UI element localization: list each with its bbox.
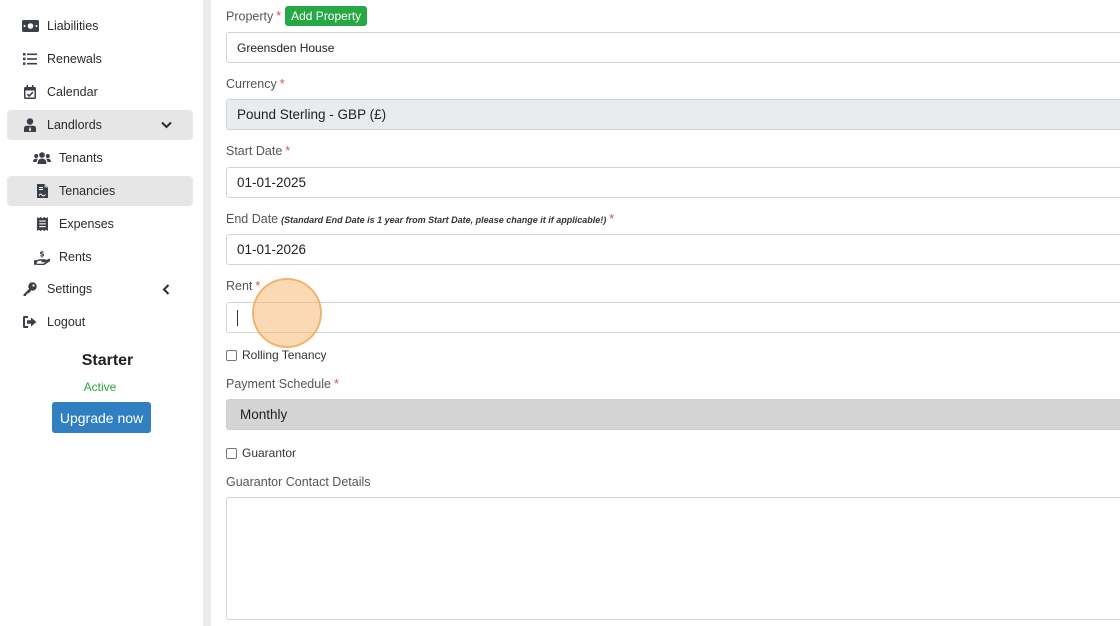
sidebar-item-label: Settings (47, 282, 93, 296)
sidebar-item-label: Liabilities (47, 19, 99, 33)
guarantor-contact-textarea[interactable] (226, 497, 1120, 620)
required-mark: * (279, 77, 285, 91)
sidebar-item-tenancies[interactable]: Tenancies (7, 176, 193, 206)
guarantor-label: Guarantor (242, 446, 297, 460)
rolling-tenancy-checkbox[interactable] (226, 349, 237, 361)
guarantor-contact-label-text: Guarantor Contact Details (226, 475, 371, 489)
start-date-value: 01-01-2025 (237, 175, 307, 190)
end-date-input[interactable]: 01-01-2026 (226, 234, 1120, 265)
required-mark: * (285, 144, 291, 158)
users-icon (33, 149, 51, 167)
sidebar-item-label: Tenants (59, 151, 103, 165)
calendar-check-icon (21, 83, 39, 101)
currency-value: Pound Sterling - GBP (£) (237, 107, 387, 122)
rent-input[interactable] (226, 302, 1120, 333)
sidebar-item-tenants[interactable]: Tenants (7, 143, 193, 173)
text-cursor (237, 309, 238, 326)
sidebar-item-label: Tenancies (59, 184, 116, 198)
guarantor-row[interactable]: Guarantor (226, 446, 296, 460)
sidebar-item-expenses[interactable]: Expenses (7, 209, 193, 239)
required-mark: * (276, 9, 282, 24)
payment-schedule-label: Payment Schedule * (226, 377, 339, 391)
sidebar-item-label: Rents (59, 250, 92, 264)
rolling-tenancy-row[interactable]: Rolling Tenancy (226, 348, 327, 362)
sidebar-item-label: Expenses (59, 217, 114, 231)
click-indicator (252, 278, 322, 348)
sidebar-item-liabilities[interactable]: Liabilities (7, 11, 193, 41)
user-tie-icon (21, 116, 39, 134)
sidebar-item-label: Logout (47, 315, 86, 329)
sidebar-item-renewals[interactable]: Renewals (7, 44, 193, 74)
start-date-label: Start Date * (226, 144, 290, 158)
end-date-label-text: End Date (226, 212, 279, 226)
rent-label: Rent * (226, 279, 260, 293)
svg-text:$: $ (39, 250, 44, 259)
rolling-tenancy-label: Rolling Tenancy (242, 348, 327, 362)
sidebar-item-label: Renewals (47, 52, 102, 66)
payment-schedule-label-text: Payment Schedule (226, 377, 331, 391)
receipt-icon (33, 215, 51, 233)
sidebar-item-calendar[interactable]: Calendar (7, 77, 193, 107)
file-contract-icon (33, 182, 51, 200)
list-icon (21, 50, 39, 68)
sidebar-item-label: Calendar (47, 85, 98, 99)
rent-label-text: Rent (226, 279, 253, 293)
start-date-input[interactable]: 01-01-2025 (226, 167, 1120, 198)
key-icon (21, 280, 39, 298)
property-label: Property * Add Property (226, 6, 368, 27)
sidebar-divider (203, 0, 211, 626)
tenancy-form: Property * Add Property Greensden House Cu… (211, 0, 1120, 626)
currency-label: Currency * (226, 77, 285, 91)
upgrade-now-button[interactable]: Upgrade now (52, 402, 151, 433)
sign-out-icon (21, 313, 39, 331)
payment-schedule-select[interactable]: Monthly (226, 399, 1120, 430)
currency-field[interactable]: Pound Sterling - GBP (£) (226, 99, 1120, 130)
property-select[interactable]: Greensden House (226, 32, 1120, 63)
sidebar-item-settings[interactable]: Settings (7, 274, 193, 304)
sidebar-item-rents[interactable]: $ Rents (7, 242, 193, 272)
required-mark: * (333, 377, 339, 391)
guarantor-checkbox[interactable] (226, 447, 237, 459)
sidebar-item-label: Landlords (47, 118, 102, 132)
add-property-button[interactable]: Add Property (285, 6, 368, 26)
end-date-label: End Date (Standard End Date is 1 year fro… (226, 212, 614, 226)
money-bill-icon (21, 17, 39, 35)
sidebar: Liabilities Renewals Calendar Landlords … (0, 0, 203, 626)
hand-holding-dollar-icon: $ (33, 248, 51, 266)
start-date-label-text: Start Date (226, 144, 283, 158)
currency-label-text: Currency (226, 77, 277, 91)
chevron-down-icon[interactable] (159, 118, 173, 132)
guarantor-contact-label: Guarantor Contact Details (226, 475, 371, 489)
plan-status-badge: Active (83, 380, 117, 394)
sidebar-item-logout[interactable]: Logout (7, 307, 193, 337)
plan-name: Starter (81, 352, 134, 369)
end-date-value: 01-01-2026 (237, 242, 307, 257)
payment-schedule-value: Monthly (240, 407, 288, 422)
property-value: Greensden House (237, 40, 335, 55)
chevron-left-icon[interactable] (159, 282, 173, 296)
required-mark: * (609, 212, 615, 226)
end-date-hint: (Standard End Date is 1 year from Start … (281, 215, 607, 225)
property-label-text: Property (226, 9, 274, 24)
sidebar-item-landlords[interactable]: Landlords (7, 110, 193, 140)
